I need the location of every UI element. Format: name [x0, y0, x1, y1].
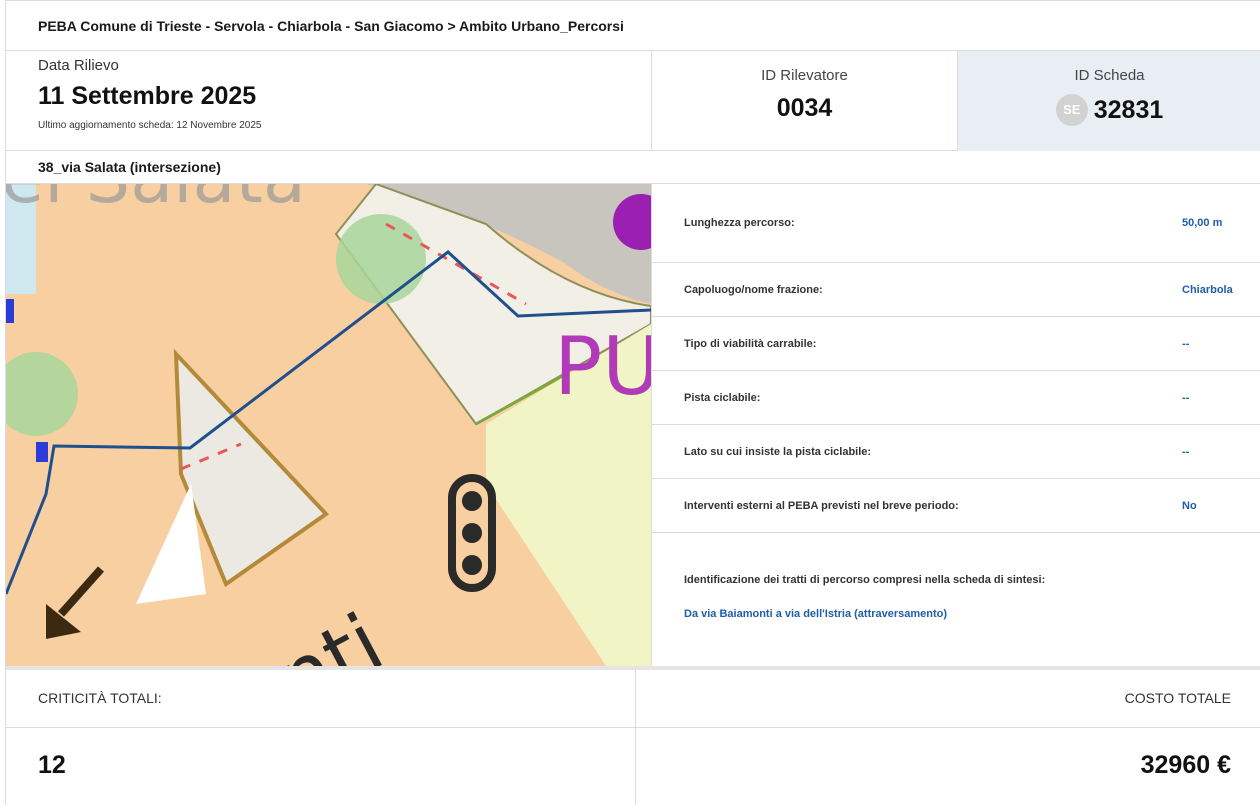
property-value: Chiarbola [1182, 283, 1233, 296]
tree-icon [336, 214, 426, 304]
tratti-label: Identificazione dei tratti di percorso c… [684, 574, 1046, 586]
property-row: Lato su cui insiste la pista ciclabile: … [652, 425, 1260, 479]
section-title: 38_via Salata (intersezione) [6, 151, 1260, 184]
costo-label: COSTO TOTALE [636, 670, 1260, 728]
costo-value: 32960 € [1140, 751, 1231, 779]
property-label: Lunghezza percorso: [684, 217, 795, 229]
rilevatore-value: 0034 [776, 94, 833, 122]
property-row: Pista ciclabile: -- [652, 371, 1260, 425]
property-row: Interventi esterni al PEBA previsti nel … [652, 479, 1260, 533]
criticita-cell: CRITICITÀ TOTALI: 12 [6, 670, 636, 805]
route-map[interactable]: el Salata PU onti [6, 184, 651, 666]
header-row: Data Rilievo 11 Settembre 2025 Ultimo ag… [6, 51, 1260, 151]
criticita-label: CRITICITÀ TOTALI: [6, 670, 635, 728]
property-value: No [1182, 499, 1197, 512]
costo-cell: COSTO TOTALE 32960 € [636, 670, 1260, 805]
svg-text:el Salata: el Salata [6, 184, 306, 219]
property-row: Capoluogo/nome frazione: Chiarbola [652, 263, 1260, 317]
property-value: -- [1182, 337, 1190, 350]
scheda-cell: ID Scheda SE 32831 [957, 51, 1260, 151]
property-label: Lato su cui insiste la pista ciclabile: [684, 445, 872, 458]
property-value: -- [1182, 391, 1190, 404]
rilevatore-cell: ID Rilevatore 0034 [651, 51, 957, 151]
scheda-id: SE 32831 [958, 94, 1260, 126]
map-canvas: el Salata PU onti [6, 184, 651, 666]
scheda-label: ID Scheda [1074, 67, 1145, 84]
tratti-value: Da via Baiamonti a via dell'Istria (attr… [684, 608, 948, 620]
property-label: Pista ciclabile: [684, 391, 761, 404]
date-value: 11 Settembre 2025 [38, 82, 257, 110]
scheda-frame: PEBA Comune di Trieste - Servola - Chiar… [5, 0, 1260, 805]
property-row: Lunghezza percorso: 50,00 m [652, 184, 1260, 263]
tratti-row: Identificazione dei tratti di percorso c… [652, 533, 1260, 664]
breadcrumb: PEBA Comune di Trieste - Servola - Chiar… [6, 0, 1260, 51]
se-badge-icon: SE [1055, 94, 1088, 126]
scheda-value: 32831 [1093, 96, 1164, 124]
rilevatore-label: ID Rilevatore [761, 67, 848, 84]
date-label: Data Rilievo [38, 57, 119, 74]
property-value: -- [1182, 445, 1190, 458]
totals-row: CRITICITÀ TOTALI: 12 COSTO TOTALE 32960 … [6, 670, 1260, 805]
date-cell: Data Rilievo 11 Settembre 2025 Ultimo ag… [6, 51, 651, 151]
property-value: 50,00 m [1182, 217, 1223, 229]
property-label: Tipo di viabilità carrabile: [684, 337, 817, 350]
last-update-text: Ultimo aggiornamento scheda: 12 Novembre… [38, 120, 262, 131]
property-label: Capoluogo/nome frazione: [684, 283, 823, 296]
map-label-pu: PU [554, 320, 651, 413]
property-row: Tipo di viabilità carrabile: -- [652, 317, 1260, 371]
properties-panel: Lunghezza percorso: 50,00 m Capoluogo/no… [651, 184, 1260, 666]
criticita-value: 12 [38, 751, 66, 779]
property-label: Interventi esterni al PEBA previsti nel … [684, 499, 959, 512]
